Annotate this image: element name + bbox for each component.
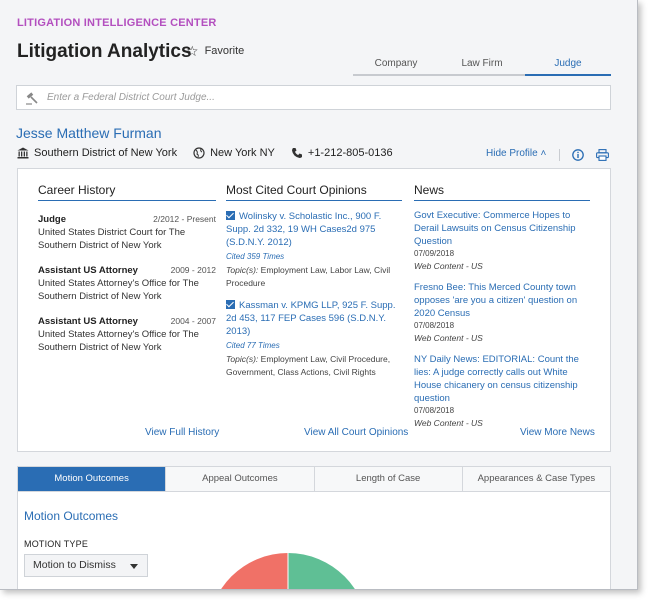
career-item: Assistant US Attorney 2009 - 2012 United… (38, 264, 216, 303)
hide-profile-button[interactable]: Hide Profile ˄ (486, 148, 546, 159)
view-more-news-link[interactable]: View More News (520, 427, 595, 438)
tab-length-of-case[interactable]: Length of Case (314, 467, 463, 491)
motion-outcomes-title: Motion Outcomes (24, 509, 119, 523)
entity-tabs: Company Law Firm Judge (353, 58, 611, 76)
news-item: Fresno Bee: This Merced County town oppo… (414, 281, 590, 345)
news-date: 07/08/2018 (414, 406, 455, 415)
tab-company[interactable]: Company (353, 58, 439, 76)
motion-outcomes-pie (221, 553, 355, 589)
motion-type-value: Motion to Dismiss (33, 559, 116, 571)
info-icon[interactable] (572, 148, 584, 166)
courthouse-icon (17, 147, 29, 159)
tab-law-firm[interactable]: Law Firm (439, 58, 525, 76)
judge-profile-card: Career History Judge 2/2012 - Present Un… (17, 168, 611, 452)
news-link[interactable]: Fresno Bee: This Merced County town oppo… (414, 281, 590, 320)
court-opinions-heading: Most Cited Court Opinions (226, 183, 402, 201)
judge-location-text: New York NY (210, 147, 275, 159)
chevron-down-icon (130, 564, 138, 569)
topics-label: Topic(s): (226, 354, 259, 364)
tab-appeal-outcomes[interactable]: Appeal Outcomes (166, 467, 315, 491)
tab-appearances-case-types[interactable]: Appearances & Case Types (462, 467, 610, 491)
judge-court-text: Southern District of New York (34, 147, 178, 159)
opinion-link[interactable]: Kassman v. KPMG LLP, 925 F. Supp. 2d 453… (226, 299, 402, 338)
view-full-history-link[interactable]: View Full History (145, 427, 219, 438)
news-item: Govt Executive: Commerce Hopes to Derail… (414, 209, 590, 273)
opinion-item: Wolinsky v. Scholastic Inc., 900 F. Supp… (226, 210, 402, 290)
view-all-opinions-link[interactable]: View All Court Opinions (304, 427, 408, 438)
motion-type-select[interactable]: Motion to Dismiss (24, 554, 148, 577)
news-link[interactable]: NY Daily News: EDITORIAL: Count the lies… (414, 353, 590, 405)
opinion-link[interactable]: Wolinsky v. Scholastic Inc., 900 F. Supp… (226, 210, 402, 249)
news-date: 07/09/2018 (414, 249, 455, 258)
career-item: Assistant US Attorney 2004 - 2007 United… (38, 315, 216, 354)
judge-phone-text: +1-212-805-0136 (307, 147, 393, 159)
brand-title: LITIGATION INTELLIGENCE CENTER (17, 17, 217, 29)
career-dates: 2/2012 - Present (153, 214, 216, 224)
news-heading: News (414, 183, 590, 201)
news-source: Web Content - US (414, 333, 483, 343)
career-dates: 2004 - 2007 (170, 316, 216, 326)
opinion-title: Kassman v. KPMG LLP, 925 F. Supp. 2d 453… (226, 300, 396, 337)
career-org: United States Attorney's Office for The … (38, 329, 199, 353)
pie-slice-green (288, 553, 355, 589)
favorite-label: Favorite (204, 45, 245, 57)
career-history-column: Career History Judge 2/2012 - Present Un… (38, 183, 216, 354)
tab-judge[interactable]: Judge (525, 58, 611, 76)
news-date: 07/08/2018 (414, 321, 455, 330)
opinion-cited-count: Cited 77 Times (226, 341, 280, 350)
news-link[interactable]: Govt Executive: Commerce Hopes to Derail… (414, 209, 590, 248)
opinion-topics: Topic(s): Employment Law, Labor Law, Civ… (226, 264, 402, 290)
news-column: News Govt Executive: Commerce Hopes to D… (414, 183, 590, 430)
motion-type-label: MOTION TYPE (24, 539, 89, 549)
judge-name: Jesse Matthew Furman (16, 125, 162, 141)
career-role: Judge (38, 214, 66, 225)
checkbox-icon (226, 211, 235, 220)
opinion-title: Wolinsky v. Scholastic Inc., 900 F. Supp… (226, 211, 382, 248)
judge-search-input[interactable] (47, 92, 587, 103)
pie-slice-red (221, 553, 288, 589)
career-org: United States District Court for The Sou… (38, 227, 186, 251)
opinion-item: Kassman v. KPMG LLP, 925 F. Supp. 2d 453… (226, 299, 402, 379)
favorite-button[interactable]: ☆ Favorite (186, 44, 244, 58)
globe-icon (193, 147, 205, 159)
gavel-icon (25, 91, 39, 105)
opinion-cited-count: Cited 359 Times (226, 252, 285, 261)
opinion-topics: Topic(s): Employment Law, Civil Procedur… (226, 353, 402, 379)
judge-search-bar (16, 85, 611, 110)
checkbox-icon (226, 300, 235, 309)
career-dates: 2009 - 2012 (170, 265, 216, 275)
tab-motion-outcomes[interactable]: Motion Outcomes (18, 467, 167, 491)
judge-phone: +1-212-805-0136 (291, 147, 393, 159)
news-source: Web Content - US (414, 261, 483, 271)
career-org: United States Attorney's Office for The … (38, 278, 199, 302)
divider (559, 149, 560, 161)
page-title: Litigation Analytics (17, 41, 192, 62)
app-window: LITIGATION INTELLIGENCE CENTER Litigatio… (0, 0, 638, 590)
star-icon: ☆ (186, 43, 199, 59)
judge-info-row: Southern District of New York New York N… (17, 147, 409, 159)
career-history-heading: Career History (38, 183, 216, 201)
news-item: NY Daily News: EDITORIAL: Count the lies… (414, 353, 590, 430)
court-opinions-column: Most Cited Court Opinions Wolinsky v. Sc… (226, 183, 402, 379)
career-item: Judge 2/2012 - Present United States Dis… (38, 213, 216, 252)
career-role: Assistant US Attorney (38, 316, 138, 327)
analytics-tabs: Motion Outcomes Appeal Outcomes Length o… (18, 467, 610, 492)
analytics-card: Motion Outcomes Appeal Outcomes Length o… (17, 466, 611, 589)
judge-court: Southern District of New York (17, 147, 177, 159)
topics-label: Topic(s): (226, 265, 259, 275)
career-role: Assistant US Attorney (38, 265, 138, 276)
phone-icon (291, 148, 302, 158)
judge-location: New York NY (193, 147, 275, 159)
print-icon[interactable] (596, 148, 609, 166)
